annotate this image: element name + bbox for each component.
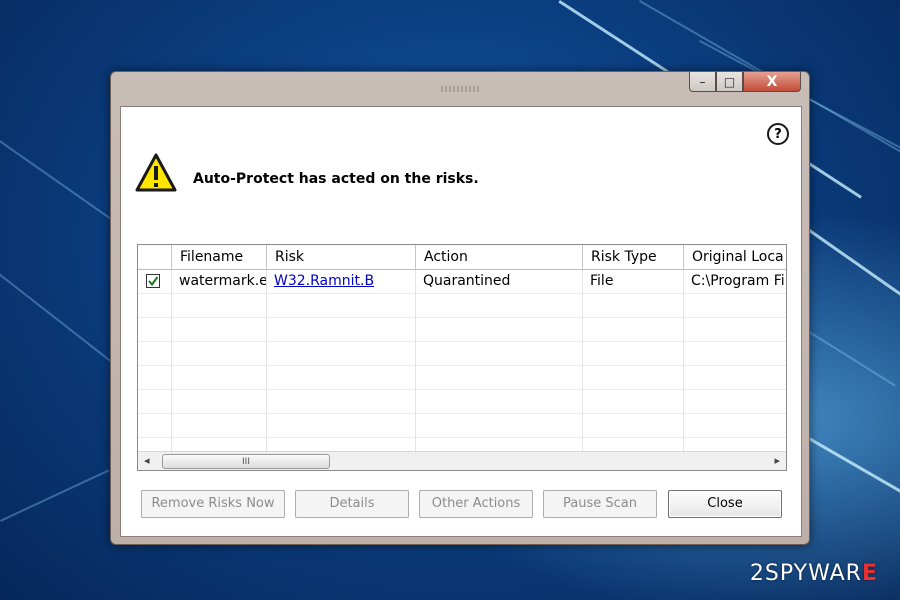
column-header-filename[interactable]: Filename	[172, 245, 267, 269]
column-header-action[interactable]: Action	[416, 245, 583, 269]
cell-action: Quarantined	[416, 270, 583, 293]
close-window-button[interactable]: X	[743, 72, 801, 92]
cell-risk-type: File	[583, 270, 684, 293]
dialog-client-area: ? Auto-Protect has acted on the risks. F…	[120, 106, 802, 537]
scroll-right-icon[interactable]: ▸	[774, 454, 780, 467]
table-row[interactable]: watermark.e W32.Ramnit.B Quarantined Fil…	[138, 270, 786, 294]
site-watermark: 2SPYWARE	[750, 561, 878, 586]
scrollbar-thumb[interactable]: III	[162, 454, 330, 469]
table-row-empty	[138, 390, 786, 414]
column-header-checkbox[interactable]	[138, 245, 172, 269]
alert-message: Auto-Protect has acted on the risks.	[193, 171, 479, 187]
warning-triangle-icon	[135, 153, 177, 192]
watermark-spy: SPY	[764, 561, 809, 586]
horizontal-scrollbar[interactable]: ◂ III ▸	[138, 451, 786, 470]
row-checkbox[interactable]	[138, 270, 172, 293]
watermark-number: 2	[749, 561, 765, 586]
table-row-empty	[138, 294, 786, 318]
details-button[interactable]: Details	[295, 490, 409, 518]
pause-scan-button[interactable]: Pause Scan	[543, 490, 657, 518]
table-row-empty	[138, 366, 786, 390]
title-bar-grip[interactable]	[441, 86, 481, 92]
checkbox-checked-icon	[146, 274, 160, 288]
column-header-risk[interactable]: Risk	[267, 245, 416, 269]
action-buttons: Remove Risks Now Details Other Actions P…	[141, 490, 786, 520]
cell-original-location: C:\Program Fi	[691, 273, 785, 289]
scroll-left-icon[interactable]: ◂	[144, 454, 150, 467]
other-actions-button[interactable]: Other Actions	[419, 490, 533, 518]
thumb-grip: III	[242, 456, 250, 467]
table-header: Filename Risk Action Risk Type Original …	[138, 245, 786, 270]
risk-link[interactable]: W32.Ramnit.B	[274, 273, 374, 289]
column-header-original-location[interactable]: Original Loca	[684, 245, 786, 269]
table-row-empty	[138, 342, 786, 366]
cell-filename: watermark.e	[172, 270, 267, 293]
table-row-empty	[138, 414, 786, 438]
column-header-risk-type[interactable]: Risk Type	[583, 245, 684, 269]
help-icon[interactable]: ?	[767, 123, 789, 145]
window-controls: – □ X	[689, 72, 801, 92]
minimize-button[interactable]: –	[689, 72, 716, 92]
close-button[interactable]: Close	[668, 490, 782, 518]
remove-risks-button[interactable]: Remove Risks Now	[141, 490, 285, 518]
watermark-e: E	[861, 561, 878, 586]
watermark-war: WAR	[808, 561, 862, 586]
dialog-window: – □ X ? Auto-Protect has acted on the ri…	[110, 71, 810, 545]
risks-table: Filename Risk Action Risk Type Original …	[137, 244, 787, 471]
maximize-button[interactable]: □	[716, 72, 743, 92]
cell-risk-link[interactable]: W32.Ramnit.B	[267, 270, 416, 293]
table-row-empty	[138, 318, 786, 342]
